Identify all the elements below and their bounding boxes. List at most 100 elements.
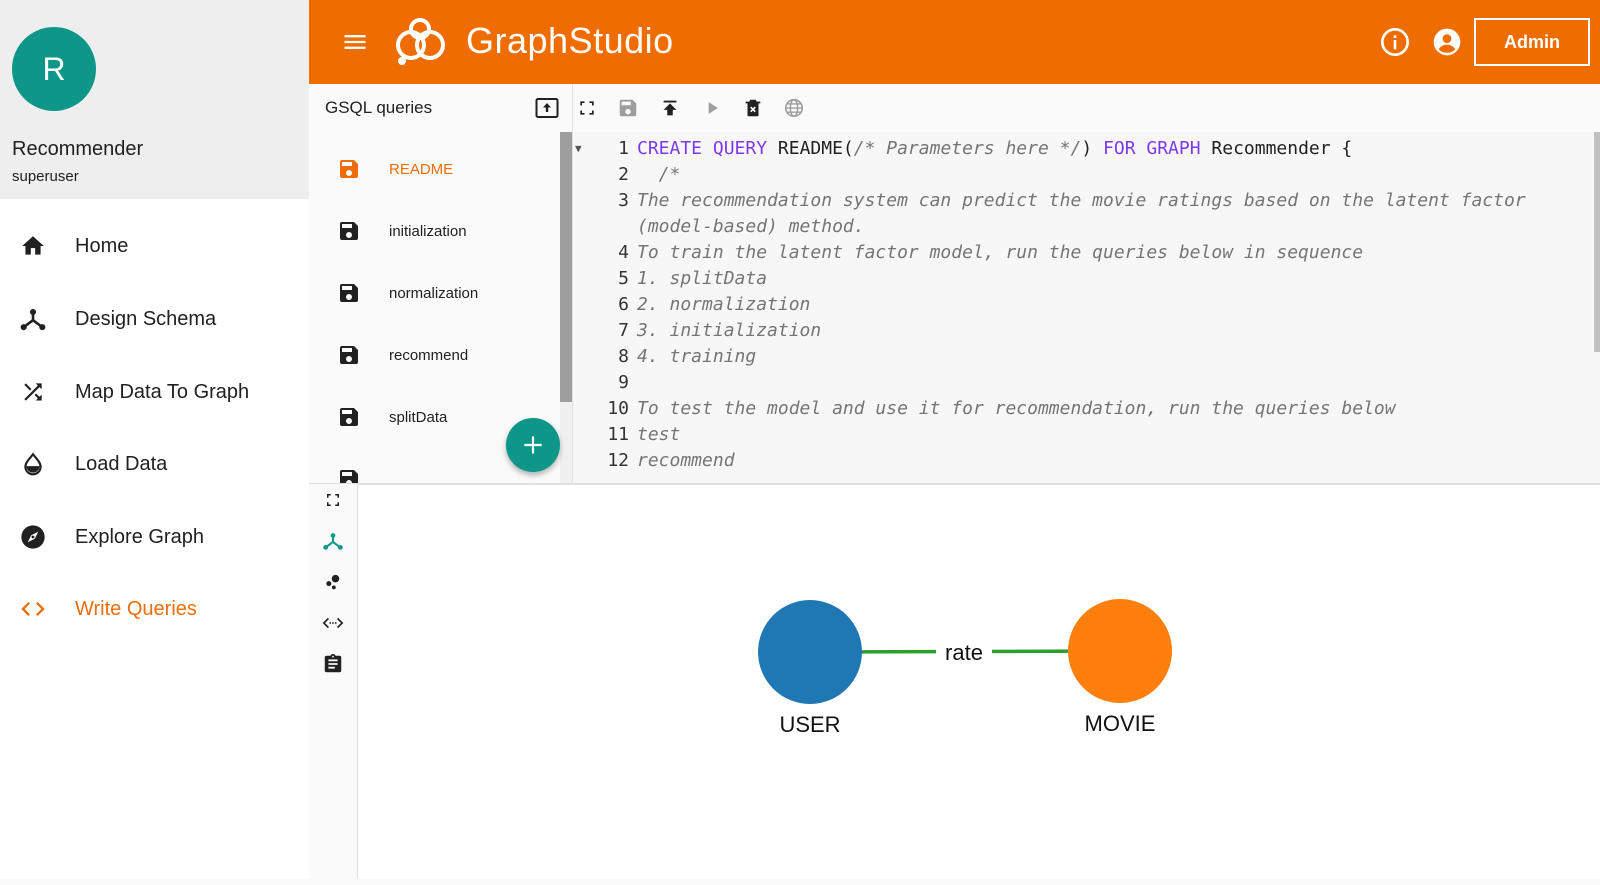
home-icon bbox=[18, 231, 48, 261]
save-icon bbox=[340, 222, 358, 240]
code-dots-icon bbox=[322, 617, 344, 629]
query-label: recommend bbox=[389, 346, 469, 364]
save-icon bbox=[340, 346, 358, 364]
code-token: 3. initialization bbox=[637, 320, 822, 341]
code-token: /* Parameters here */ bbox=[853, 138, 1082, 159]
code-token: (model-based) method. bbox=[637, 216, 865, 237]
upload-queries-button[interactable] bbox=[535, 97, 559, 119]
code-text: /* bbox=[637, 162, 681, 188]
code-token: 2. normalization bbox=[637, 294, 811, 315]
play-icon bbox=[708, 102, 718, 114]
graph-result-icon bbox=[326, 574, 340, 590]
nav-label: Explore Graph bbox=[75, 525, 204, 548]
code-token: ) bbox=[1081, 138, 1104, 159]
query-list-scrollbar[interactable] bbox=[560, 132, 572, 484]
code-text: 3. initialization bbox=[637, 318, 821, 344]
nav-item-map-data[interactable]: Map Data To Graph bbox=[0, 360, 309, 424]
code-token: The recommendation system can predict th… bbox=[637, 190, 1526, 211]
compass-icon bbox=[18, 522, 48, 552]
query-panel-header: GSQL queries bbox=[309, 84, 573, 132]
restpp-endpoint-button[interactable] bbox=[782, 96, 806, 120]
delete-icon bbox=[745, 99, 761, 117]
line-number: 4 bbox=[618, 242, 629, 263]
query-label: initialization bbox=[389, 222, 467, 240]
graphstudio-logo[interactable]: GraphStudio bbox=[392, 13, 674, 69]
nav-label: Design Schema bbox=[75, 307, 217, 330]
query-item-initialization[interactable]: initialization bbox=[309, 200, 559, 262]
code-token: README( bbox=[777, 138, 854, 159]
globe-icon bbox=[784, 98, 804, 118]
line-number: 10 bbox=[607, 398, 629, 419]
code-text: To test the model and use it for recomme… bbox=[637, 396, 1396, 422]
nav-item-write-queries[interactable]: Write Queries bbox=[0, 577, 309, 641]
nav-item-explore-graph[interactable]: Explore Graph bbox=[0, 505, 309, 569]
code-token: CREATE QUERY bbox=[637, 138, 778, 159]
graph-toolbar bbox=[309, 484, 358, 879]
code-text: 2. normalization bbox=[637, 292, 810, 318]
save-button[interactable] bbox=[616, 96, 640, 120]
code-icon bbox=[18, 594, 48, 624]
delete-query-button[interactable] bbox=[741, 96, 765, 120]
query-item-readme[interactable]: README bbox=[309, 138, 559, 200]
schema-view-button[interactable] bbox=[321, 529, 345, 553]
query-label: splitData bbox=[389, 408, 448, 426]
graph-name: Recommender bbox=[12, 138, 144, 160]
app-header: GraphStudio Admin bbox=[309, 0, 1600, 84]
nav-item-load-data[interactable]: Load Data bbox=[0, 432, 309, 496]
query-panel-title: GSQL queries bbox=[325, 98, 433, 117]
schema-graph-canvas[interactable]: rate USER MOVIE bbox=[358, 484, 1600, 879]
hamburger-icon bbox=[344, 35, 366, 49]
fullscreen-button[interactable] bbox=[575, 96, 599, 120]
line-number: 8 bbox=[618, 346, 629, 367]
code-editor[interactable]: ▼ 1 CREATE QUERY README(/* Parameters her… bbox=[573, 132, 1600, 484]
scrollbar-thumb[interactable] bbox=[560, 132, 572, 402]
menu-button[interactable] bbox=[339, 26, 371, 58]
drop-icon bbox=[18, 449, 48, 479]
line-number: 11 bbox=[607, 424, 629, 445]
query-item-normalization[interactable]: normalization bbox=[309, 262, 559, 324]
json-result-button[interactable] bbox=[321, 611, 345, 635]
line-number: 9 bbox=[618, 372, 629, 393]
code-token: test bbox=[637, 424, 681, 445]
graph-fullscreen-button[interactable] bbox=[321, 488, 345, 512]
visualize-graph-button[interactable] bbox=[321, 570, 345, 594]
vertex-movie[interactable] bbox=[1068, 599, 1172, 703]
nav-label: Write Queries bbox=[75, 597, 197, 620]
logo-icon bbox=[396, 18, 445, 65]
profile-panel: R Recommender superuser bbox=[0, 0, 309, 199]
code-token: recommend bbox=[637, 450, 735, 471]
vertex-user[interactable] bbox=[758, 600, 862, 704]
nav-label: Home bbox=[75, 234, 129, 257]
save-icon bbox=[340, 470, 358, 484]
save-icon bbox=[340, 408, 358, 426]
code-text: (model-based) method. bbox=[637, 214, 865, 240]
admin-button[interactable]: Admin bbox=[1474, 18, 1590, 66]
code-token: 4. training bbox=[637, 346, 757, 367]
editor-scrollbar[interactable] bbox=[1594, 132, 1600, 352]
add-query-button[interactable] bbox=[506, 418, 560, 472]
account-button[interactable] bbox=[1431, 26, 1463, 58]
line-number: 2 bbox=[618, 164, 629, 185]
logo-text-thin: Studio bbox=[568, 20, 674, 61]
schema-graph-svg: rate USER MOVIE bbox=[758, 599, 1172, 741]
upload-icon bbox=[535, 98, 559, 118]
user-name: superuser bbox=[12, 168, 79, 185]
save-icon bbox=[340, 284, 358, 302]
nav-item-home[interactable]: Home bbox=[0, 214, 309, 278]
nav-label: Map Data To Graph bbox=[75, 380, 250, 403]
account-icon bbox=[1433, 28, 1461, 56]
info-button[interactable] bbox=[1379, 26, 1411, 58]
nav-item-design-schema[interactable]: Design Schema bbox=[0, 287, 309, 351]
query-item-recommend[interactable]: recommend bbox=[309, 324, 559, 386]
avatar: R bbox=[12, 27, 96, 111]
code-text: CREATE QUERY README(/* Parameters here *… bbox=[637, 136, 1352, 162]
run-query-button[interactable] bbox=[700, 96, 724, 120]
edge-label: rate bbox=[945, 640, 983, 665]
shuffle-icon bbox=[18, 377, 48, 407]
log-button[interactable] bbox=[321, 652, 345, 676]
line-number: 3 bbox=[618, 190, 629, 211]
install-query-button[interactable] bbox=[658, 96, 682, 120]
code-token: 1. splitData bbox=[637, 268, 768, 289]
clipboard-icon bbox=[324, 653, 342, 673]
code-token: Recommender { bbox=[1211, 138, 1353, 159]
